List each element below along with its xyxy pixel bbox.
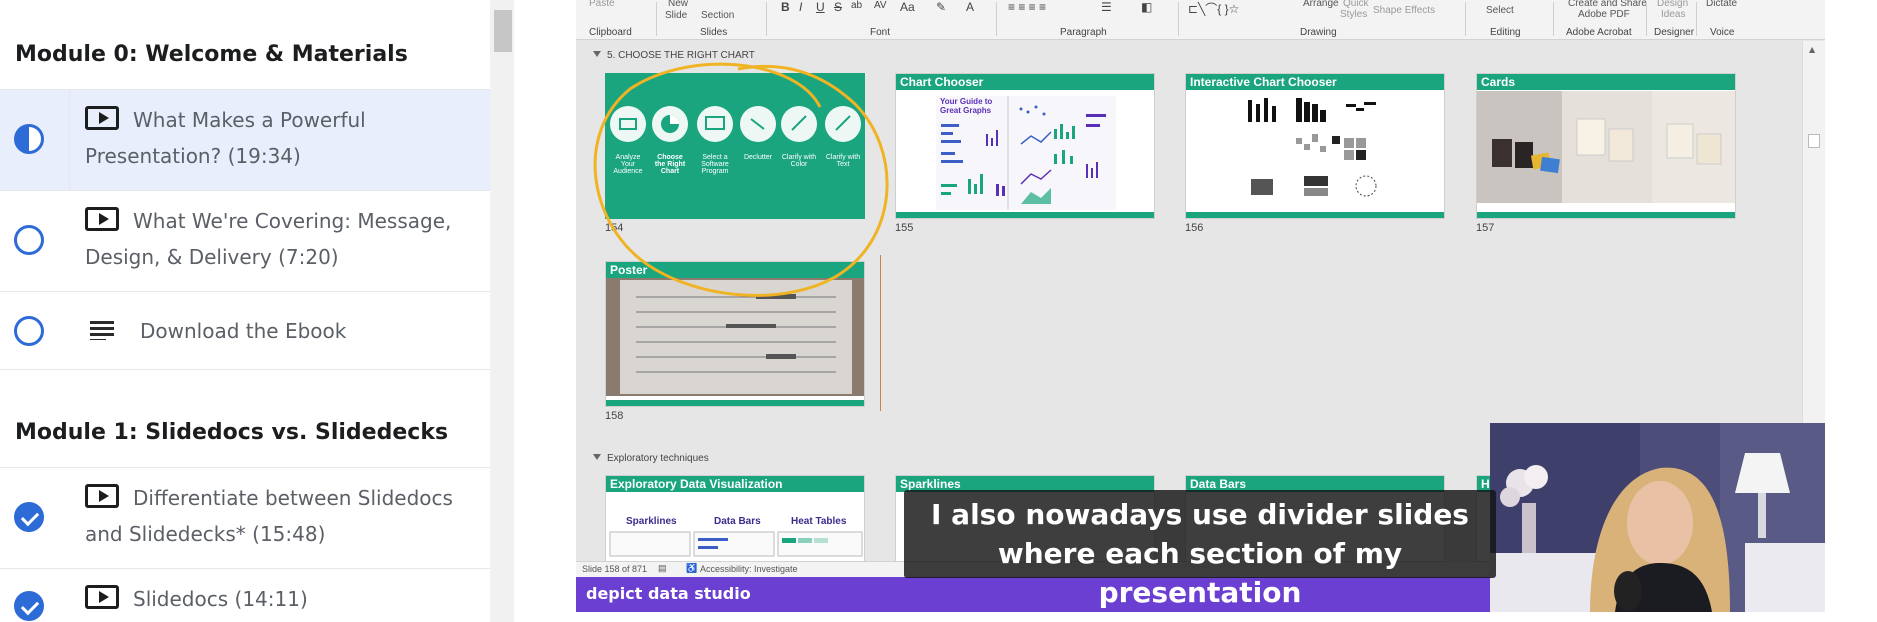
table-preview-graphic [609,531,863,557]
design-ideas-label[interactable]: Ideas [1661,9,1685,20]
document-icon [90,320,114,340]
caption-line-1: I also nowadays use divider slides [931,498,1469,531]
arrange-button[interactable]: Arrange [1303,0,1339,9]
align-icon[interactable]: ≡ ≡ ≡ ≡ [1008,0,1046,14]
scroll-up-icon[interactable]: ▲ [1809,45,1815,54]
video-icon [85,106,119,130]
group-label: Paragraph [1060,27,1107,38]
convert-smartart-icon[interactable]: ◧ [1141,0,1152,14]
presenter-video-frame [1490,423,1825,612]
lecture-item[interactable]: What Makes a Powerful Presentation? (19:… [0,89,490,190]
spelling-icon[interactable]: ▤ [658,563,667,574]
slide-thumbnail[interactable]: Exploratory Data Visualization Sparkline… [605,475,865,565]
create-pdf-label[interactable]: Adobe PDF [1578,9,1630,20]
group-label: Designer [1654,27,1695,38]
create-pdf-button[interactable]: Create and Share [1568,0,1647,9]
webcam-video [1490,423,1825,612]
section-header[interactable]: Exploratory techniques [593,453,709,464]
highlight-circle-annotation [593,62,889,297]
caption-line-2: where each section of my presentation [997,537,1403,609]
check-icon[interactable] [14,591,44,621]
group-label: Voice [1710,27,1735,38]
slide-number: 158 [605,410,624,422]
module-1-title: Module 1: Slidedocs vs. Slidedecks [15,420,449,445]
lecture-title-line2: Design, & Delivery (7:20) [85,245,339,269]
slide-count: Slide 158 of 871 [582,564,648,574]
video-icon [85,585,119,609]
lecture-title: Differentiate between Slidedocs [133,486,453,510]
progress-empty-icon[interactable] [14,316,44,346]
lecture-title-line2: and Slidedecks* (15:48) [85,522,326,546]
lecture-item[interactable]: Download the Ebook [0,291,490,370]
shape-effects-button[interactable]: Shape Effects [1373,5,1435,16]
lecture-title: Slidedocs (14:11) [133,587,308,611]
course-sidebar: Module 0: Welcome & Materials What Makes… [0,0,490,622]
module-0-title: Module 0: Welcome & Materials [15,42,408,67]
paste-button[interactable]: Paste [589,0,615,9]
line-spacing-icon[interactable]: ☰ [1101,0,1112,14]
brand-name: depict data studio [586,584,751,603]
group-label: Editing [1490,27,1521,38]
slide-thumbnail[interactable]: Cards [1476,73,1736,219]
dictate-button[interactable]: Dictate [1706,0,1737,9]
video-icon [85,484,119,508]
lecture-item[interactable]: What We're Covering: Message, Design, & … [0,190,490,291]
chart-types-graphic [1248,98,1377,197]
lecture-item[interactable]: Differentiate between Slidedocs and Slid… [0,467,490,568]
check-icon[interactable] [14,502,44,532]
slide-thumbnail[interactable]: Interactive Chart Chooser [1185,73,1445,219]
cards-photo-graphic [1477,91,1735,203]
slide-number: 156 [1185,222,1204,234]
group-label: Adobe Acrobat [1566,27,1632,38]
video-icon [85,207,119,231]
shapes-gallery-icon[interactable]: ⊏╲⌒{ }☆ [1188,0,1239,17]
progress-empty-icon[interactable] [14,225,44,255]
quick-styles-button[interactable]: Quick [1343,0,1369,9]
lecture-title: What We're Covering: Message, [133,209,452,233]
lecture-title: What Makes a Powerful [133,108,366,132]
sidebar-scrollbar[interactable] [490,0,514,622]
group-label: Drawing [1300,27,1337,38]
video-caption: I also nowadays use divider slides where… [904,490,1496,609]
select-button[interactable]: Select [1486,5,1514,16]
progress-half-icon[interactable] [14,124,44,154]
accessibility-status[interactable]: Accessibility: Investigate [700,564,798,574]
slide-number: 157 [1476,222,1495,234]
new-slide-button[interactable]: New [668,0,688,9]
lecture-title-line2: Presentation? (19:34) [85,144,301,168]
lecture-title: Download the Ebook [140,319,347,343]
accessibility-icon[interactable]: ♿ [686,563,697,574]
sidebar-scroll-thumb[interactable] [494,10,512,52]
collapse-triangle-icon[interactable] [593,454,601,460]
lecture-item[interactable]: Slidedocs (14:11) [0,568,490,622]
scroll-thumb[interactable] [1808,134,1820,148]
design-ideas-button[interactable]: Design [1657,0,1688,9]
quick-styles-label[interactable]: Styles [1340,9,1367,20]
